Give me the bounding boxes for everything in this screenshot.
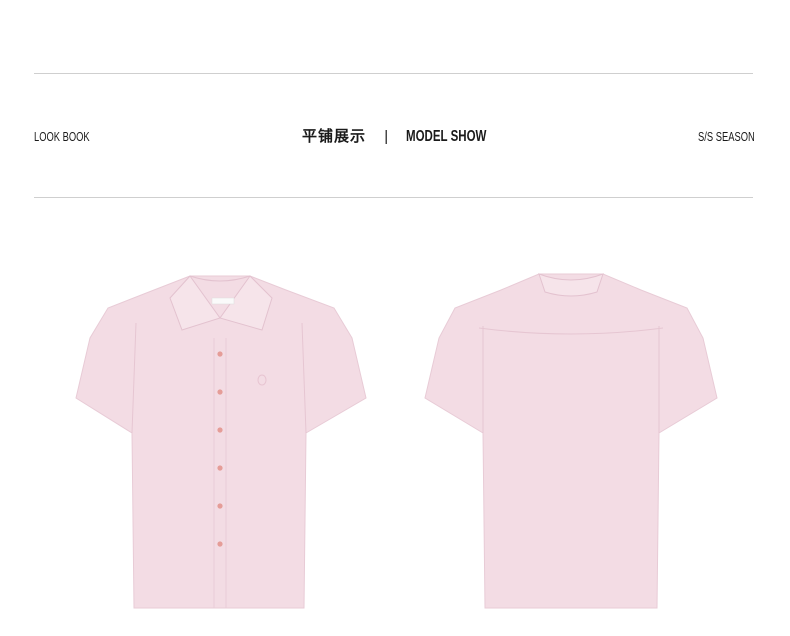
season-label: S/S SEASON: [698, 129, 755, 144]
shirt-back-image: [421, 268, 721, 613]
section-title-en: MODEL SHOW: [406, 128, 487, 145]
bottom-divider: [34, 197, 753, 198]
top-divider: [34, 73, 753, 74]
shirt-front-image: [72, 268, 370, 613]
section-title-zh: 平铺展示: [302, 127, 367, 145]
section-title: 平铺展示 | MODEL SHOW: [0, 127, 790, 146]
title-separator: |: [384, 128, 389, 145]
